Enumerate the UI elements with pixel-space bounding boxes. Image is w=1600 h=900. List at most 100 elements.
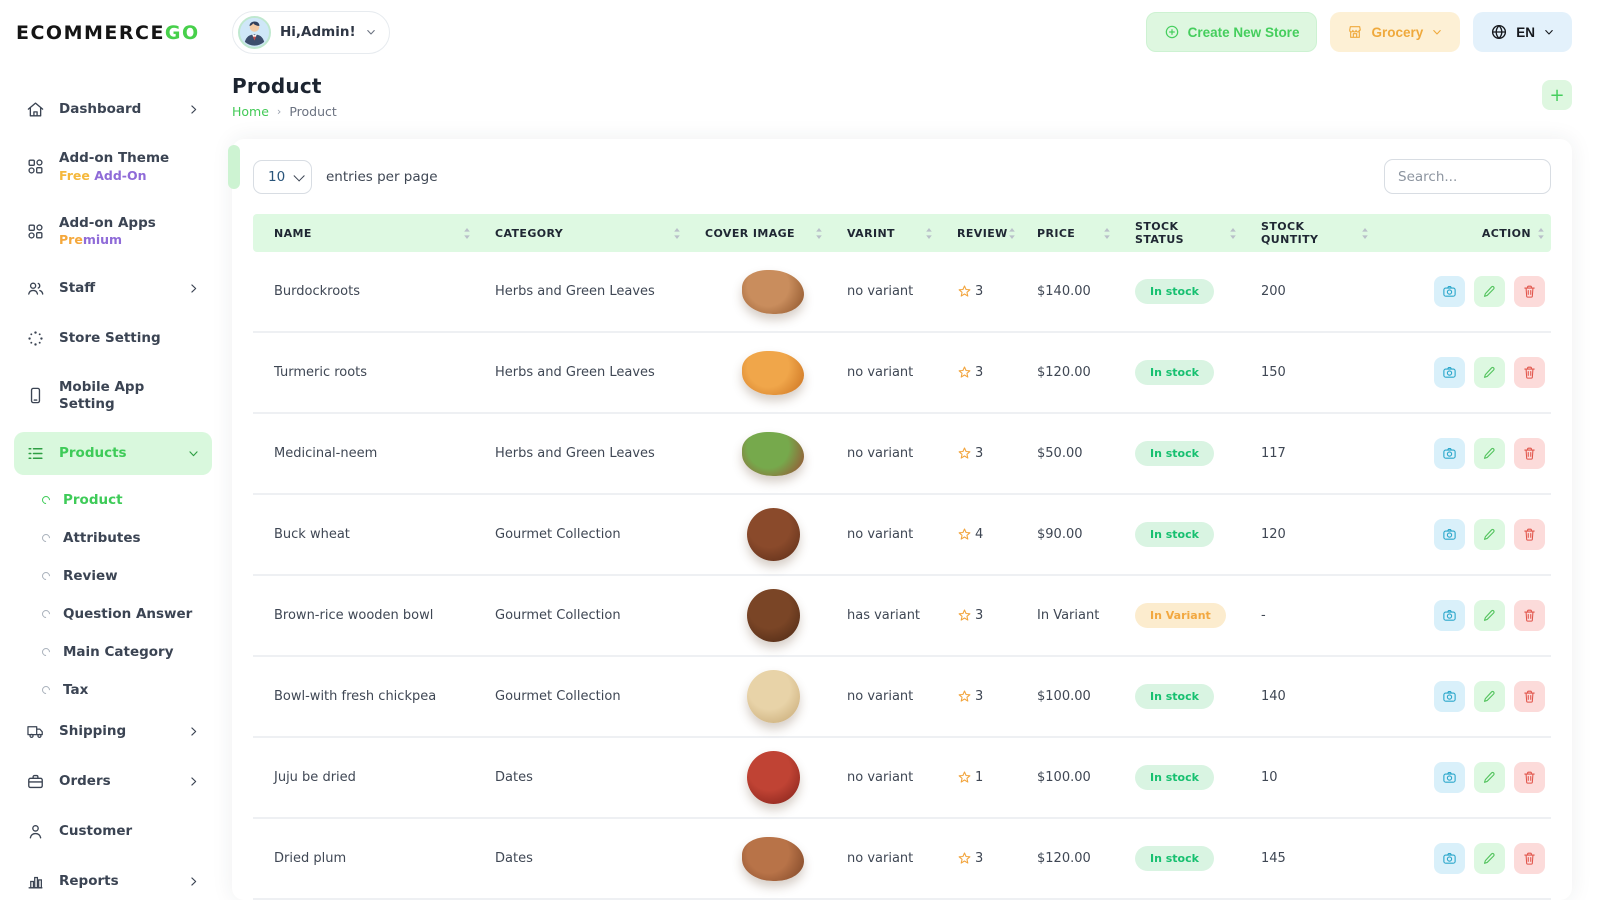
store-switcher-button[interactable]: Grocery <box>1330 12 1460 52</box>
view-button[interactable] <box>1434 276 1465 307</box>
chevron-down-icon <box>1543 26 1555 38</box>
column-header-variant[interactable]: VARINT <box>847 227 957 240</box>
edit-button[interactable] <box>1474 438 1505 469</box>
table-toolbar: 10 entries per page <box>253 159 1551 194</box>
edit-button[interactable] <box>1474 600 1505 631</box>
language-switcher-button[interactable]: EN <box>1473 12 1572 52</box>
product-category: Gourmet Collection <box>495 608 705 623</box>
delete-button[interactable] <box>1514 357 1545 388</box>
stock-status-cell: In stock <box>1135 360 1261 385</box>
sidebar-subitem-attributes[interactable]: Attributes <box>14 520 212 556</box>
sidebar-item-add-on-apps[interactable]: Add-on AppsPremium <box>14 203 212 261</box>
sidebar-item-dashboard[interactable]: Dashboard <box>14 88 212 131</box>
delete-button[interactable] <box>1514 843 1545 874</box>
sidebar-item-products[interactable]: Products <box>14 432 212 475</box>
star-icon <box>957 770 972 785</box>
view-button[interactable] <box>1434 519 1465 550</box>
column-header-category[interactable]: CATEGORY <box>495 227 705 240</box>
column-header-name[interactable]: NAME <box>274 227 495 240</box>
sidebar-item-orders[interactable]: Orders <box>14 760 212 803</box>
sidebar-item-staff[interactable]: Staff <box>14 267 212 310</box>
breadcrumb-current: Product <box>289 104 336 119</box>
edit-button[interactable] <box>1474 276 1505 307</box>
sidebar-subitem-product[interactable]: Product <box>14 482 212 518</box>
sidebar-item-label: Add-on AppsPremium <box>59 215 156 249</box>
row-actions <box>1393 600 1551 631</box>
column-header-status[interactable]: STOCK STATUS <box>1135 220 1261 246</box>
chevron-right-icon <box>187 725 200 738</box>
brand-logo[interactable]: ECOMMERCEGO <box>14 22 212 44</box>
create-new-store-button[interactable]: Create New Store <box>1146 12 1318 52</box>
sidebar: ECOMMERCEGO Dashboard Add-on ThemeFree A… <box>0 0 222 900</box>
sidebar-subitem-main-category[interactable]: Main Category <box>14 634 212 670</box>
edit-button[interactable] <box>1474 519 1505 550</box>
row-actions <box>1393 519 1551 550</box>
sidebar-item-mobile-app-setting[interactable]: Mobile App Setting <box>14 367 212 425</box>
table-row: Buck wheat Gourmet Collection no variant… <box>253 495 1551 576</box>
view-button[interactable] <box>1434 681 1465 712</box>
sidebar-item-customer[interactable]: Customer <box>14 810 212 853</box>
review-count: 3 <box>975 608 983 623</box>
edit-button[interactable] <box>1474 762 1505 793</box>
view-button[interactable] <box>1434 762 1465 793</box>
table-row: Medicinal-neem Herbs and Green Leaves no… <box>253 414 1551 495</box>
home-icon <box>26 100 45 119</box>
sidebar-item-label: Dashboard <box>59 101 141 118</box>
product-category: Herbs and Green Leaves <box>495 284 705 299</box>
sidebar-item-store-setting[interactable]: Store Setting <box>14 317 212 360</box>
delete-button[interactable] <box>1514 600 1545 631</box>
user-menu[interactable]: Hi,Admin! <box>232 11 390 54</box>
sidebar-item-add-on-theme[interactable]: Add-on ThemeFree Add-On <box>14 138 212 196</box>
delete-button[interactable] <box>1514 438 1545 469</box>
view-button[interactable] <box>1434 843 1465 874</box>
delete-button[interactable] <box>1514 762 1545 793</box>
column-label: COVER IMAGE <box>705 227 795 240</box>
stock-status-cell: In stock <box>1135 522 1261 547</box>
sidebar-item-shipping[interactable]: Shipping <box>14 710 212 753</box>
product-review: 1 <box>957 770 1037 785</box>
sidebar-subitem-question-answer[interactable]: Question Answer <box>14 596 212 632</box>
sidebar-subitem-review[interactable]: Review <box>14 558 212 594</box>
product-variant: no variant <box>847 365 957 380</box>
view-button[interactable] <box>1434 438 1465 469</box>
delete-button[interactable] <box>1514 681 1545 712</box>
product-name: Bowl-with fresh chickpea <box>274 689 495 704</box>
column-header-action[interactable]: ACTION <box>1393 227 1551 240</box>
pencil-icon <box>1482 446 1497 461</box>
column-header-cover[interactable]: COVER IMAGE <box>705 227 847 240</box>
chevron-down-icon <box>365 26 377 38</box>
star-icon <box>957 689 972 704</box>
delete-button[interactable] <box>1514 519 1545 550</box>
delete-button[interactable] <box>1514 276 1545 307</box>
pencil-icon <box>1482 527 1497 542</box>
user-greeting: Hi,Admin! <box>280 24 356 40</box>
page-size-select[interactable]: 10 <box>253 160 312 194</box>
star-icon <box>957 284 972 299</box>
breadcrumb-home-link[interactable]: Home <box>232 104 269 119</box>
column-header-price[interactable]: PRICE <box>1037 227 1135 240</box>
briefcase-icon <box>26 772 45 791</box>
edit-button[interactable] <box>1474 357 1505 388</box>
search-input[interactable] <box>1384 159 1551 194</box>
sidebar-item-label: Reports <box>59 873 119 890</box>
sidebar-item-reports[interactable]: Reports <box>14 860 212 900</box>
product-variant: no variant <box>847 689 957 704</box>
edit-button[interactable] <box>1474 843 1505 874</box>
cover-image-cell <box>705 670 847 723</box>
product-image <box>742 837 804 881</box>
view-button[interactable] <box>1434 600 1465 631</box>
product-price: $120.00 <box>1037 365 1135 380</box>
sidebar-subitem-label: Product <box>63 492 123 508</box>
edit-button[interactable] <box>1474 681 1505 712</box>
review-count: 1 <box>975 770 983 785</box>
product-image <box>747 751 800 804</box>
truck-icon <box>26 722 45 741</box>
column-header-qty[interactable]: STOCK QUNTITY <box>1261 220 1393 246</box>
product-variant: no variant <box>847 851 957 866</box>
sidebar-subitem-tax[interactable]: Tax <box>14 672 212 708</box>
column-header-review[interactable]: REVIEW <box>957 227 1037 240</box>
store-name-label: Grocery <box>1371 25 1423 40</box>
view-button[interactable] <box>1434 357 1465 388</box>
add-product-button[interactable]: + <box>1542 80 1572 110</box>
product-review: 3 <box>957 608 1037 623</box>
